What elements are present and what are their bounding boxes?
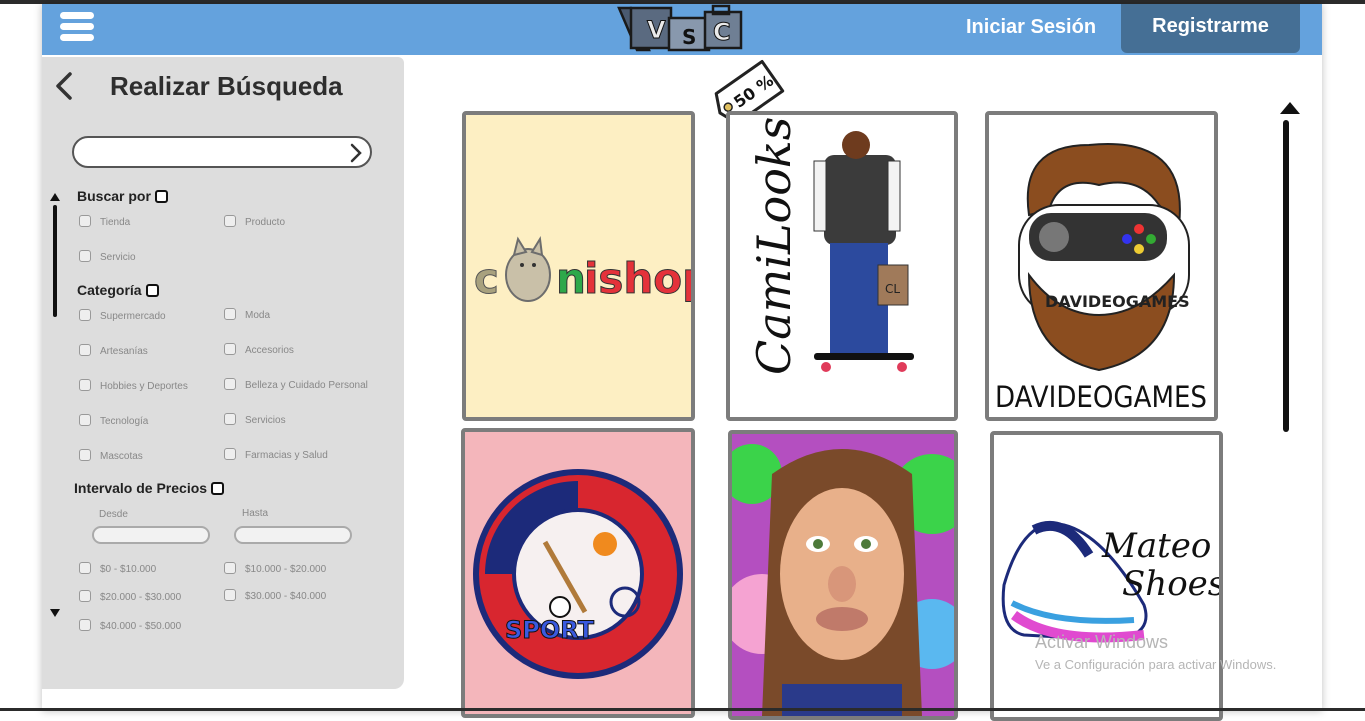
menu-icon[interactable] — [60, 12, 94, 42]
section-toggle-checkbox[interactable] — [211, 482, 225, 495]
hasta-label: Hasta — [242, 508, 269, 519]
option-producto[interactable]: Producto — [224, 215, 285, 228]
category-option[interactable]: Farmacias y Salud — [224, 448, 328, 461]
windows-activation-watermark: Activar Windows Ve a Configuración para … — [1035, 632, 1276, 672]
svg-text:c: c — [474, 254, 499, 303]
store-card-davideogames[interactable]: DAVIDEOGAMES DAVIDEOGAMES — [985, 111, 1218, 421]
scroll-up-arrow-icon[interactable] — [1280, 102, 1300, 114]
svg-text:CL: CL — [885, 282, 900, 296]
chevron-right-icon[interactable] — [347, 142, 365, 164]
logo-letter-v: V — [647, 16, 666, 44]
davideogames-label: DAVIDEOGAMES — [995, 380, 1207, 414]
category-option[interactable]: Moda — [224, 308, 270, 321]
logo-letter-s: S — [682, 25, 696, 49]
sidebar-scrollbar[interactable] — [53, 205, 57, 317]
category-option[interactable]: Artesanías — [79, 344, 148, 357]
section-precios: Intervalo de Precios — [74, 480, 225, 496]
section-categoria: Categoría — [77, 282, 159, 298]
category-option[interactable]: Mascotas — [79, 449, 143, 462]
price-option[interactable]: $0 - $10.000 — [79, 562, 156, 575]
logo-letter-c: C — [713, 18, 731, 46]
search-sidebar: Realizar Búsqueda Buscar por Tienda Prod… — [42, 57, 404, 689]
category-option[interactable]: Hobbies y Deportes — [79, 379, 188, 392]
price-option[interactable]: $40.000 - $50.000 — [79, 619, 181, 632]
chevron-left-icon[interactable] — [52, 71, 76, 101]
section-toggle-checkbox[interactable] — [145, 284, 159, 297]
davideogames-logo: DAVIDEOGAMES DAVIDEOGAMES — [995, 143, 1207, 414]
price-max-input[interactable] — [234, 526, 352, 544]
mateo-shoes-logo: Mateo Shoes — [1001, 521, 1219, 643]
sport-logo: SPORT — [473, 469, 683, 679]
svg-text:n: n — [556, 254, 586, 303]
scroll-up-arrow-icon[interactable] — [50, 193, 60, 201]
watermark-subtitle: Ve a Configuración para activar Windows. — [1035, 657, 1277, 672]
sport-label: SPORT — [505, 616, 595, 644]
canishop-logo: c n ishop — [474, 236, 691, 304]
price-min-input[interactable] — [92, 526, 210, 544]
category-option[interactable]: Accesorios — [224, 343, 294, 356]
camilooks-logo: CamiLooks CL — [747, 117, 914, 375]
content-scrollbar[interactable] — [1283, 120, 1289, 432]
svg-text:ishop: ishop — [584, 254, 691, 303]
camilooks-label: CamiLooks — [747, 117, 801, 375]
watermark-title: Activar Windows — [1035, 632, 1169, 652]
price-option[interactable]: $20.000 - $30.000 — [79, 590, 181, 603]
section-toggle-checkbox[interactable] — [154, 190, 168, 203]
store-card-mateo-shoes[interactable]: Mateo Shoes — [990, 431, 1223, 721]
option-tienda[interactable]: Tienda — [79, 215, 130, 228]
portrait-image — [732, 434, 954, 716]
category-option[interactable]: Servicios — [224, 413, 286, 426]
category-option[interactable]: Tecnología — [79, 414, 148, 427]
section-buscar-por: Buscar por — [77, 188, 168, 204]
header: V S C Iniciar Sesión Registrarme — [42, 4, 1322, 55]
mateo-label: Mateo — [1101, 526, 1211, 566]
shoes-label: Shoes — [1122, 564, 1219, 604]
store-card-sport[interactable]: SPORT — [461, 428, 695, 718]
store-card-portrait[interactable] — [728, 430, 958, 720]
desde-label: Desde — [99, 509, 128, 520]
page: V S C Iniciar Sesión Registrarme Realiza… — [42, 4, 1322, 721]
register-button[interactable]: Registrarme — [1121, 4, 1300, 53]
option-servicio[interactable]: Servicio — [79, 250, 136, 263]
search-input[interactable] — [72, 136, 372, 168]
price-option[interactable]: $10.000 - $20.000 — [224, 562, 326, 575]
site-logo[interactable]: V S C — [617, 4, 747, 52]
scroll-down-arrow-icon[interactable] — [50, 609, 60, 617]
login-link[interactable]: Iniciar Sesión — [966, 16, 1096, 39]
store-card-camilooks[interactable]: CamiLooks CL — [726, 111, 958, 421]
category-option[interactable]: Belleza y Cuidado Personal — [224, 378, 368, 391]
davideogames-beard-label: DAVIDEOGAMES — [1045, 292, 1190, 311]
category-option[interactable]: Supermercado — [79, 309, 166, 322]
store-card-canishop[interactable]: c n ishop — [462, 111, 695, 421]
sidebar-title: Realizar Búsqueda — [110, 71, 343, 101]
price-option[interactable]: $30.000 - $40.000 — [224, 589, 326, 602]
